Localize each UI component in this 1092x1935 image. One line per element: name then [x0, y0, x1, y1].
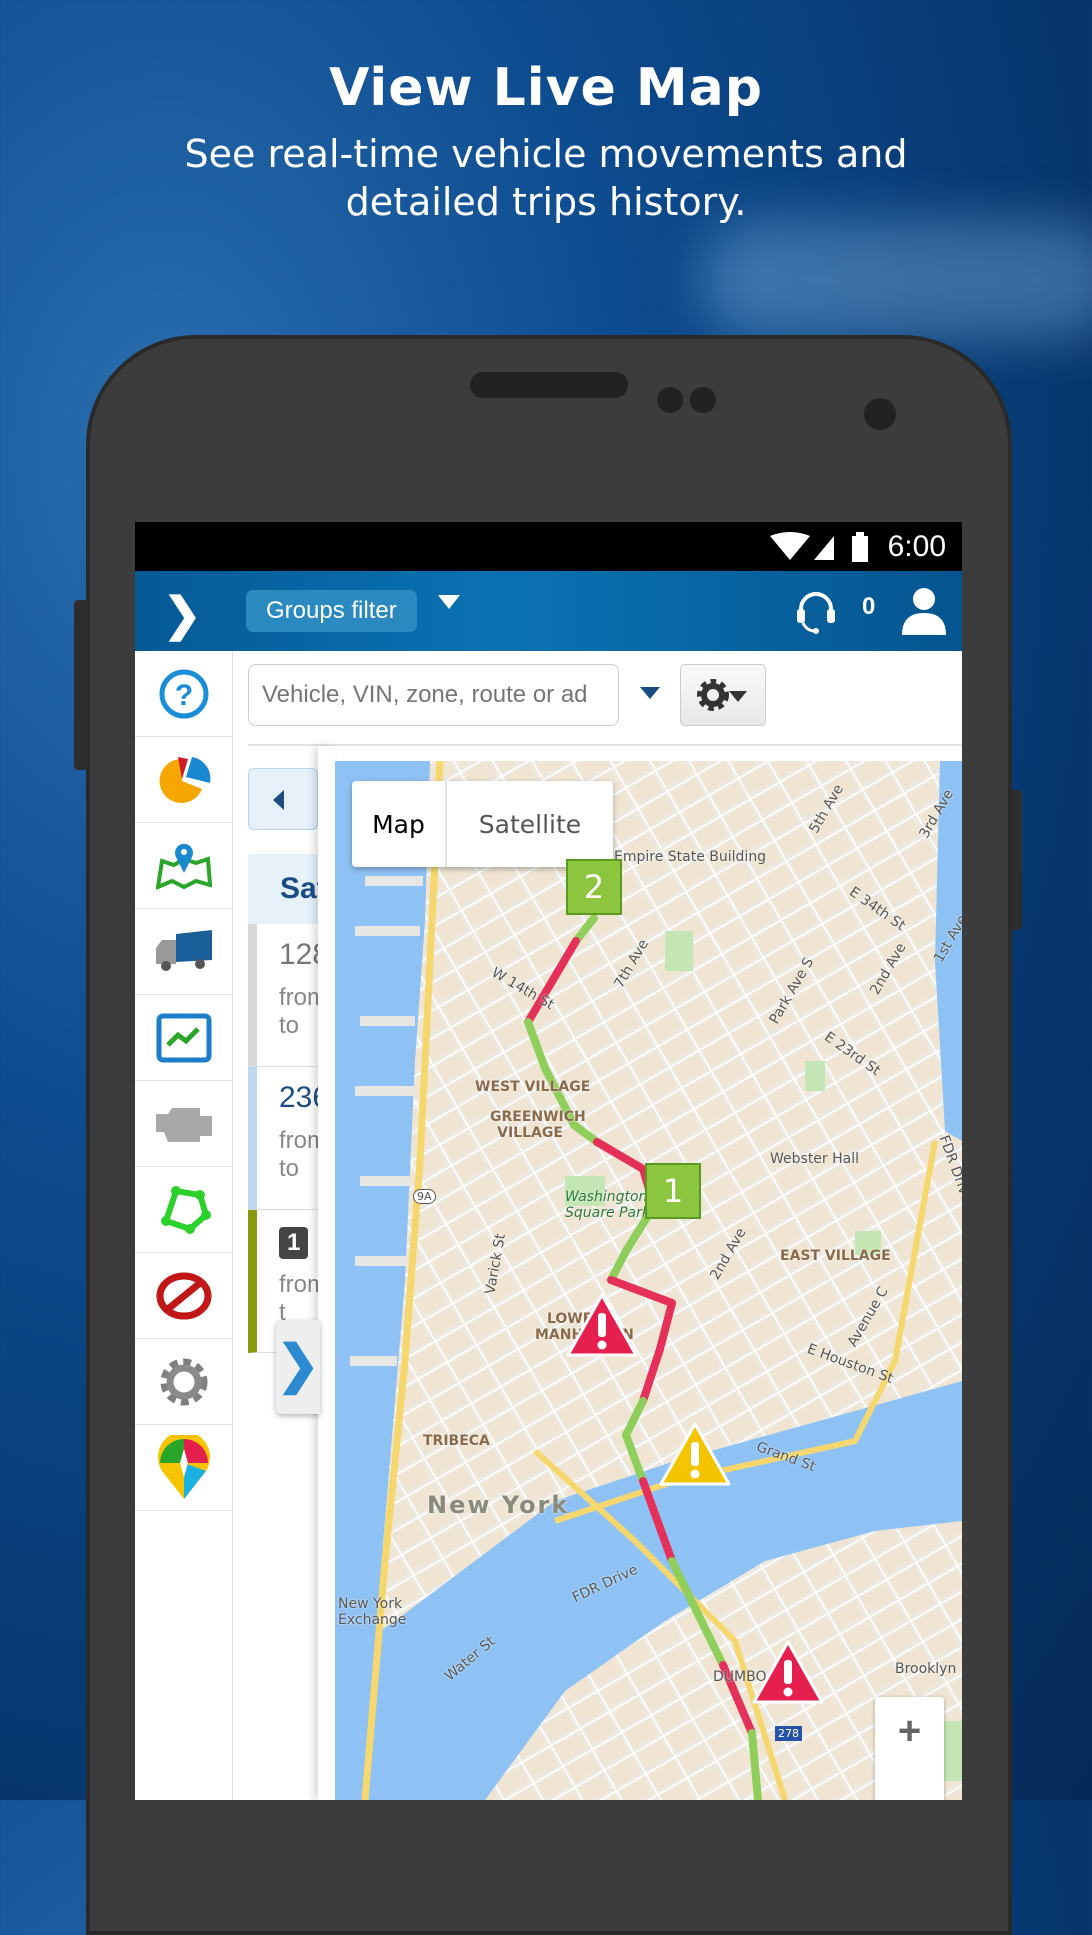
signal-icon [814, 536, 834, 560]
trip-from: from [279, 1271, 318, 1298]
promo-title: View Live Map [329, 58, 763, 118]
map-canvas [335, 761, 962, 1800]
wifi-icon [770, 532, 810, 560]
sidebar-item-map[interactable] [135, 823, 232, 909]
map-label-navyyard: Brooklyn Navy Yard Developme [895, 1661, 962, 1677]
trip-number: 128 [279, 938, 318, 971]
map-label-empire: Empire State Building [614, 849, 767, 865]
expand-panel-button[interactable]: ❯ [276, 1320, 320, 1414]
map-type-toggle[interactable]: Map Satellite [352, 781, 613, 867]
app-screen: 6:00 ❯ Groups filter 0 ? Sat 128fromto 2… [135, 522, 962, 1800]
arrow-left-icon [273, 790, 284, 810]
trip-from: from [279, 1127, 318, 1154]
subtitle-line: See real-time vehicle movements and [184, 132, 908, 176]
map-pin-icon [155, 843, 212, 890]
status-bar: 6:00 [135, 522, 962, 571]
pie-chart-icon [159, 756, 210, 803]
gear-icon [697, 679, 747, 711]
sidebar-item-analytics[interactable] [135, 995, 232, 1081]
location-compass-icon [157, 1434, 210, 1499]
notification-count[interactable]: 0 [862, 593, 875, 621]
trip-row[interactable]: 128 fromto [248, 924, 318, 1067]
phone-camera [864, 398, 896, 430]
phone-speaker [470, 372, 628, 398]
map-label-westvillage: WEST VILLAGE [475, 1079, 591, 1095]
trip-to: to [279, 1012, 300, 1039]
map-label-i278: 278 [775, 1726, 802, 1741]
map-label-nyexchange: New York Exchange [338, 1596, 407, 1628]
trip-list: Sat 128fromto 236fromto 1fromt [248, 746, 318, 1800]
sidebar-item-restrictions[interactable] [135, 1253, 232, 1339]
toolbar-divider [248, 744, 962, 746]
no-entry-icon [156, 1272, 211, 1319]
trip-row[interactable]: 236 fromto [248, 1067, 318, 1210]
background-glow [700, 220, 1092, 340]
trip-list-header: Sat [248, 854, 318, 924]
sidebar-item-settings[interactable] [135, 1339, 232, 1425]
app-bar: ❯ Groups filter 0 [135, 571, 962, 651]
phone-side-button [74, 600, 88, 770]
map-label-greenwich: GREENWICH VILLAGE [490, 1109, 586, 1141]
trip-from: from [279, 984, 318, 1011]
sidebar-item-reports[interactable] [135, 737, 232, 823]
stop-marker[interactable]: 1 [645, 1163, 701, 1219]
sidebar-item-locations[interactable] [135, 1425, 232, 1511]
groups-filter-button[interactable]: Groups filter [246, 590, 417, 632]
phone-side-button [1010, 790, 1022, 930]
geofence-icon [160, 1185, 211, 1234]
headset-icon[interactable] [795, 589, 837, 635]
user-icon[interactable] [900, 585, 948, 635]
clock: 6:00 [887, 530, 946, 563]
sidebar-item-help[interactable]: ? [135, 651, 232, 737]
truck-icon [155, 929, 212, 971]
subtitle-line: detailed trips history. [345, 180, 747, 224]
stop-marker[interactable]: 2 [566, 859, 622, 915]
engine-icon [155, 1107, 212, 1142]
collapse-button[interactable] [248, 768, 318, 830]
sidebar-item-vehicles[interactable] [135, 909, 232, 995]
status-icons [770, 532, 868, 562]
trip-number: 236 [279, 1081, 318, 1114]
trip-badge: 1 [279, 1227, 309, 1259]
help-icon: ? [159, 669, 208, 718]
sidebar-item-geofences[interactable] [135, 1167, 232, 1253]
settings-icon [160, 1358, 207, 1405]
trend-chart-icon [156, 1013, 211, 1062]
search-input[interactable] [248, 664, 619, 726]
map-type-map[interactable]: Map [352, 781, 447, 867]
trip-to: to [279, 1155, 300, 1182]
battery-icon [852, 536, 868, 562]
alert-warning-icon[interactable] [659, 1422, 731, 1486]
phone-sensor [657, 387, 683, 413]
panel-shadow [318, 746, 335, 1800]
chevron-right-icon[interactable]: ❯ [163, 587, 202, 641]
alert-warning-icon[interactable] [752, 1640, 824, 1704]
map-label-tribeca: TRIBECA [423, 1433, 490, 1449]
zoom-in-button[interactable]: + [875, 1697, 944, 1800]
search-dropdown-icon[interactable] [640, 687, 660, 699]
groups-dropdown-icon[interactable] [438, 595, 460, 609]
phone-sensor [690, 387, 716, 413]
map-label-newyork: New York [427, 1491, 570, 1519]
map-label-r9a: 9A [413, 1189, 436, 1204]
svg-text:?: ? [174, 679, 192, 712]
live-map[interactable]: Empire State Building W 14th St 7th Ave 5th… [335, 761, 962, 1800]
map-label-washsq: Washington Square Park [565, 1189, 650, 1221]
sidebar-item-engine[interactable] [135, 1081, 232, 1167]
gear-menu-button[interactable] [680, 664, 766, 726]
promo-subtitle: See real-time vehicle movements and detai… [0, 130, 1092, 226]
sidebar: ? [135, 651, 233, 1800]
alert-warning-icon[interactable] [566, 1293, 638, 1357]
map-label-webster: Webster Hall [770, 1151, 860, 1167]
map-type-satellite[interactable]: Satellite [447, 781, 613, 867]
map-label-eastvillage: EAST VILLAGE [780, 1248, 891, 1264]
